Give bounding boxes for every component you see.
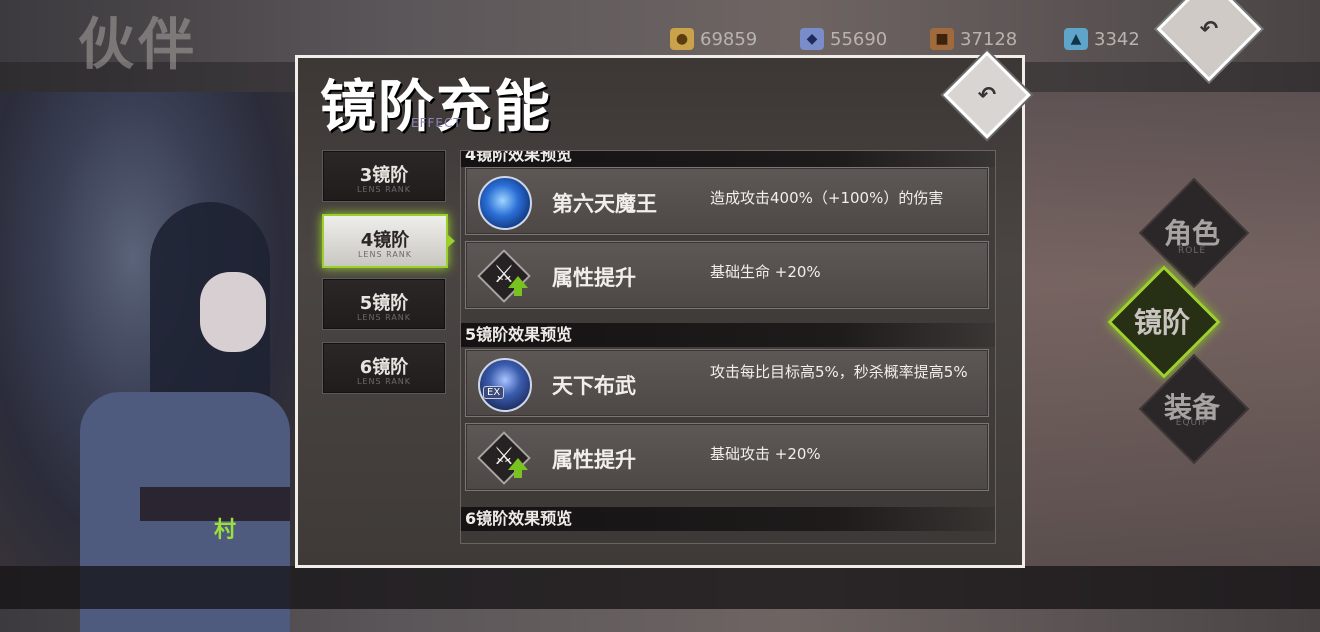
currency-gold: ● 69859 bbox=[670, 28, 757, 50]
dialog-subtitle: EFFECT bbox=[411, 116, 462, 130]
background-page-title: 伙伴 bbox=[78, 12, 198, 78]
rank-tab-label: 5镜阶 bbox=[359, 293, 409, 314]
rank-tab-3[interactable]: 3镜阶 LENS RANK bbox=[322, 150, 446, 202]
effect-name: 属性提升 bbox=[552, 266, 636, 290]
section-heading-6: 6镜阶效果预览 bbox=[461, 507, 995, 531]
rank-tab-label: 3镜阶 bbox=[359, 165, 409, 186]
effect-desc: 攻击每比目标高5%，秒杀概率提高5% bbox=[710, 363, 968, 381]
effect-desc: 基础攻击 +20% bbox=[710, 445, 821, 463]
effect-name: 天下布武 bbox=[552, 374, 636, 398]
return-arrow-icon: ↶ bbox=[977, 82, 997, 108]
dialog-back-button[interactable]: ↶ bbox=[943, 51, 1031, 139]
list-item[interactable]: ⚔ 属性提升 基础攻击 +20% bbox=[465, 423, 989, 491]
rank-tab-sub: LENS RANK bbox=[356, 313, 412, 322]
side-tab-role-sub: ROLE bbox=[1177, 246, 1207, 256]
currency-chest: ■ 37128 bbox=[930, 28, 1017, 50]
list-item[interactable]: EX 天下布武 攻击每比目标高5%，秒杀概率提高5% bbox=[465, 349, 989, 417]
ex-skill-icon bbox=[478, 358, 532, 412]
section-heading-5: 5镜阶效果预览 bbox=[461, 323, 995, 347]
character-portrait bbox=[0, 92, 296, 632]
list-item[interactable]: 第六天魔王 造成攻击400%（+100%）的伤害 bbox=[465, 167, 989, 235]
rank-tab-6[interactable]: 6镜阶 LENS RANK bbox=[322, 342, 446, 394]
rank-tab-sub: LENS RANK bbox=[356, 185, 412, 194]
effect-desc: 基础生命 +20% bbox=[710, 263, 821, 281]
gold-coin-icon: ● bbox=[670, 28, 694, 50]
demon-king-skill-icon bbox=[478, 176, 532, 230]
currency-crystal-value: 55690 bbox=[830, 28, 888, 50]
rank-tab-5[interactable]: 5镜阶 LENS RANK bbox=[322, 278, 446, 330]
effect-preview-list[interactable]: 4镜阶效果预览 第六天魔王 造成攻击400%（+100%）的伤害 ⚔ 属性提升 … bbox=[460, 150, 996, 544]
currency-chest-value: 37128 bbox=[960, 28, 1018, 50]
stat-up-icon: ⚔ bbox=[477, 249, 531, 303]
effect-name: 第六天魔王 bbox=[552, 192, 657, 216]
crystal-icon: ◆ bbox=[800, 28, 824, 50]
chest-icon: ■ bbox=[930, 28, 954, 50]
stat-up-icon: ⚔ bbox=[477, 431, 531, 485]
currency-ticket: ▲ 3342 bbox=[1064, 28, 1140, 50]
footer-band bbox=[0, 566, 1320, 609]
character-face bbox=[200, 272, 266, 352]
ex-badge: EX bbox=[483, 386, 505, 399]
return-arrow-icon: ↶ bbox=[1199, 16, 1219, 42]
lens-rank-dialog: 镜阶充能 EFFECT ↶ 3镜阶 LENS RANK 4镜阶 LENS RAN… bbox=[295, 51, 1031, 568]
rank-tab-label: 4镜阶 bbox=[360, 230, 410, 251]
currency-gold-value: 69859 bbox=[700, 28, 758, 50]
dialog-title: 镜阶充能 bbox=[320, 74, 552, 140]
effect-desc: 造成攻击400%（+100%）的伤害 bbox=[710, 189, 944, 207]
ticket-icon: ▲ bbox=[1064, 28, 1088, 50]
side-tab-lens-rank-label: 镜阶 bbox=[1133, 306, 1190, 339]
effect-name: 属性提升 bbox=[552, 448, 636, 472]
side-tab-equip-sub: EQUIP bbox=[1175, 418, 1209, 428]
section-heading-4: 4镜阶效果预览 bbox=[461, 151, 995, 167]
rank-tab-4[interactable]: 4镜阶 LENS RANK bbox=[322, 214, 455, 268]
selected-pointer-icon bbox=[447, 234, 455, 248]
currency-ticket-value: 3342 bbox=[1094, 28, 1140, 50]
currency-crystal: ◆ 55690 bbox=[800, 28, 887, 50]
rank-tab-label: 6镜阶 bbox=[359, 357, 409, 378]
list-item[interactable]: ⚔ 属性提升 基础生命 +20% bbox=[465, 241, 989, 309]
character-name: 村 bbox=[214, 518, 237, 543]
rank-tab-sub: LENS RANK bbox=[357, 250, 413, 259]
rank-tab-sub: LENS RANK bbox=[356, 377, 412, 386]
